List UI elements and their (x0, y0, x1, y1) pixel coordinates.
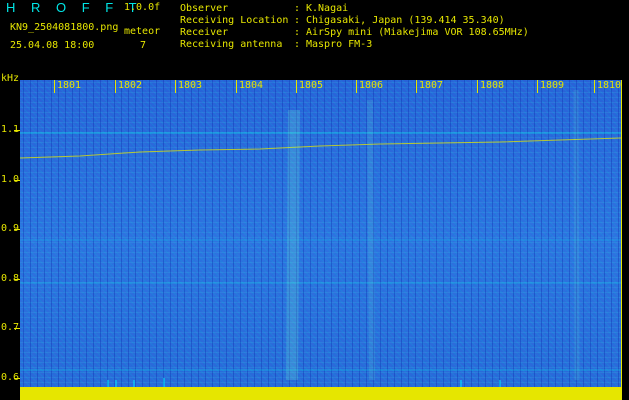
meta-separator: : (294, 39, 301, 50)
x-tick-mark (236, 80, 237, 93)
y-tick-mark (14, 130, 20, 131)
meta-label: Observer (180, 3, 229, 14)
x-tick-label: 1805 (299, 80, 324, 91)
x-tick-label: 1808 (480, 80, 505, 91)
right-axis-line (621, 80, 622, 400)
meteor-streak (367, 99, 375, 381)
meta-label: Receiving Location (180, 15, 289, 26)
meta-separator: : (294, 3, 301, 14)
meteor-streak (573, 89, 580, 381)
x-tick-label: 1803 (178, 80, 203, 91)
x-tick-label: 1806 (359, 80, 384, 91)
detection-count: 7 (140, 40, 147, 51)
signal-trace (20, 137, 621, 159)
x-tick-label: 1804 (239, 80, 264, 91)
spectrogram-overlay (20, 89, 621, 400)
x-tick-mark (54, 80, 55, 93)
frequency-unit-label: kHz (1, 73, 20, 84)
meta-value: Chigasaki, Japan (139.414 35.340) (306, 15, 505, 26)
meta-separator: : (294, 27, 301, 38)
meta-value: AirSpy mini (Miakejima VOR 108.65MHz) (306, 27, 529, 38)
x-tick-label: 1807 (419, 80, 444, 91)
meta-value: Maspro FM-3 (306, 39, 373, 50)
x-tick-mark (416, 80, 417, 93)
x-tick-label: 1810 (597, 80, 622, 91)
x-tick-mark (175, 80, 176, 93)
x-tick-mark (594, 80, 595, 93)
bottom-signal-band (20, 387, 621, 400)
meta-row-antenna: Receiving antenna: Maspro FM-3 (180, 39, 529, 51)
spectrogram-plot (20, 80, 621, 400)
x-tick-label: 1801 (57, 80, 82, 91)
y-tick-mark (14, 328, 20, 329)
y-tick-mark (14, 229, 20, 230)
header-panel: H R O F F T 1.0.0f KN9_2504081800.png me… (0, 0, 629, 80)
date-time: 25.04.08 18:00 (10, 40, 95, 51)
y-tick-mark (14, 279, 20, 280)
x-tick-mark (296, 80, 297, 93)
x-tick-mark (356, 80, 357, 93)
meta-label: Receiver (180, 27, 229, 38)
mode-label: meteor (124, 26, 161, 37)
app-brand: H R O F F T (6, 0, 143, 15)
y-tick-mark (14, 378, 20, 379)
meteor-streak (286, 109, 300, 381)
x-tick-mark (115, 80, 116, 93)
x-tick-label: 1802 (118, 80, 143, 91)
meta-label: Receiving antenna (180, 39, 283, 50)
meta-separator: : (294, 15, 301, 26)
file-name: KN9_2504081800.png (10, 22, 119, 33)
x-tick-label: 1809 (540, 80, 565, 91)
meta-row-receiver: Receiver: AirSpy mini (Miakejima VOR 108.… (180, 27, 529, 39)
x-tick-mark (537, 80, 538, 93)
x-tick-mark (477, 80, 478, 93)
y-tick-mark (14, 180, 20, 181)
meta-value: K.Nagai (306, 3, 349, 14)
observation-metadata: Observer: K.Nagai Receiving Location: Chig… (180, 3, 529, 51)
meta-row-observer: Observer: K.Nagai (180, 3, 529, 15)
meta-row-location: Receiving Location: Chigasaki, Japan (139… (180, 15, 529, 27)
app-version: 1.0.0f (124, 2, 161, 13)
